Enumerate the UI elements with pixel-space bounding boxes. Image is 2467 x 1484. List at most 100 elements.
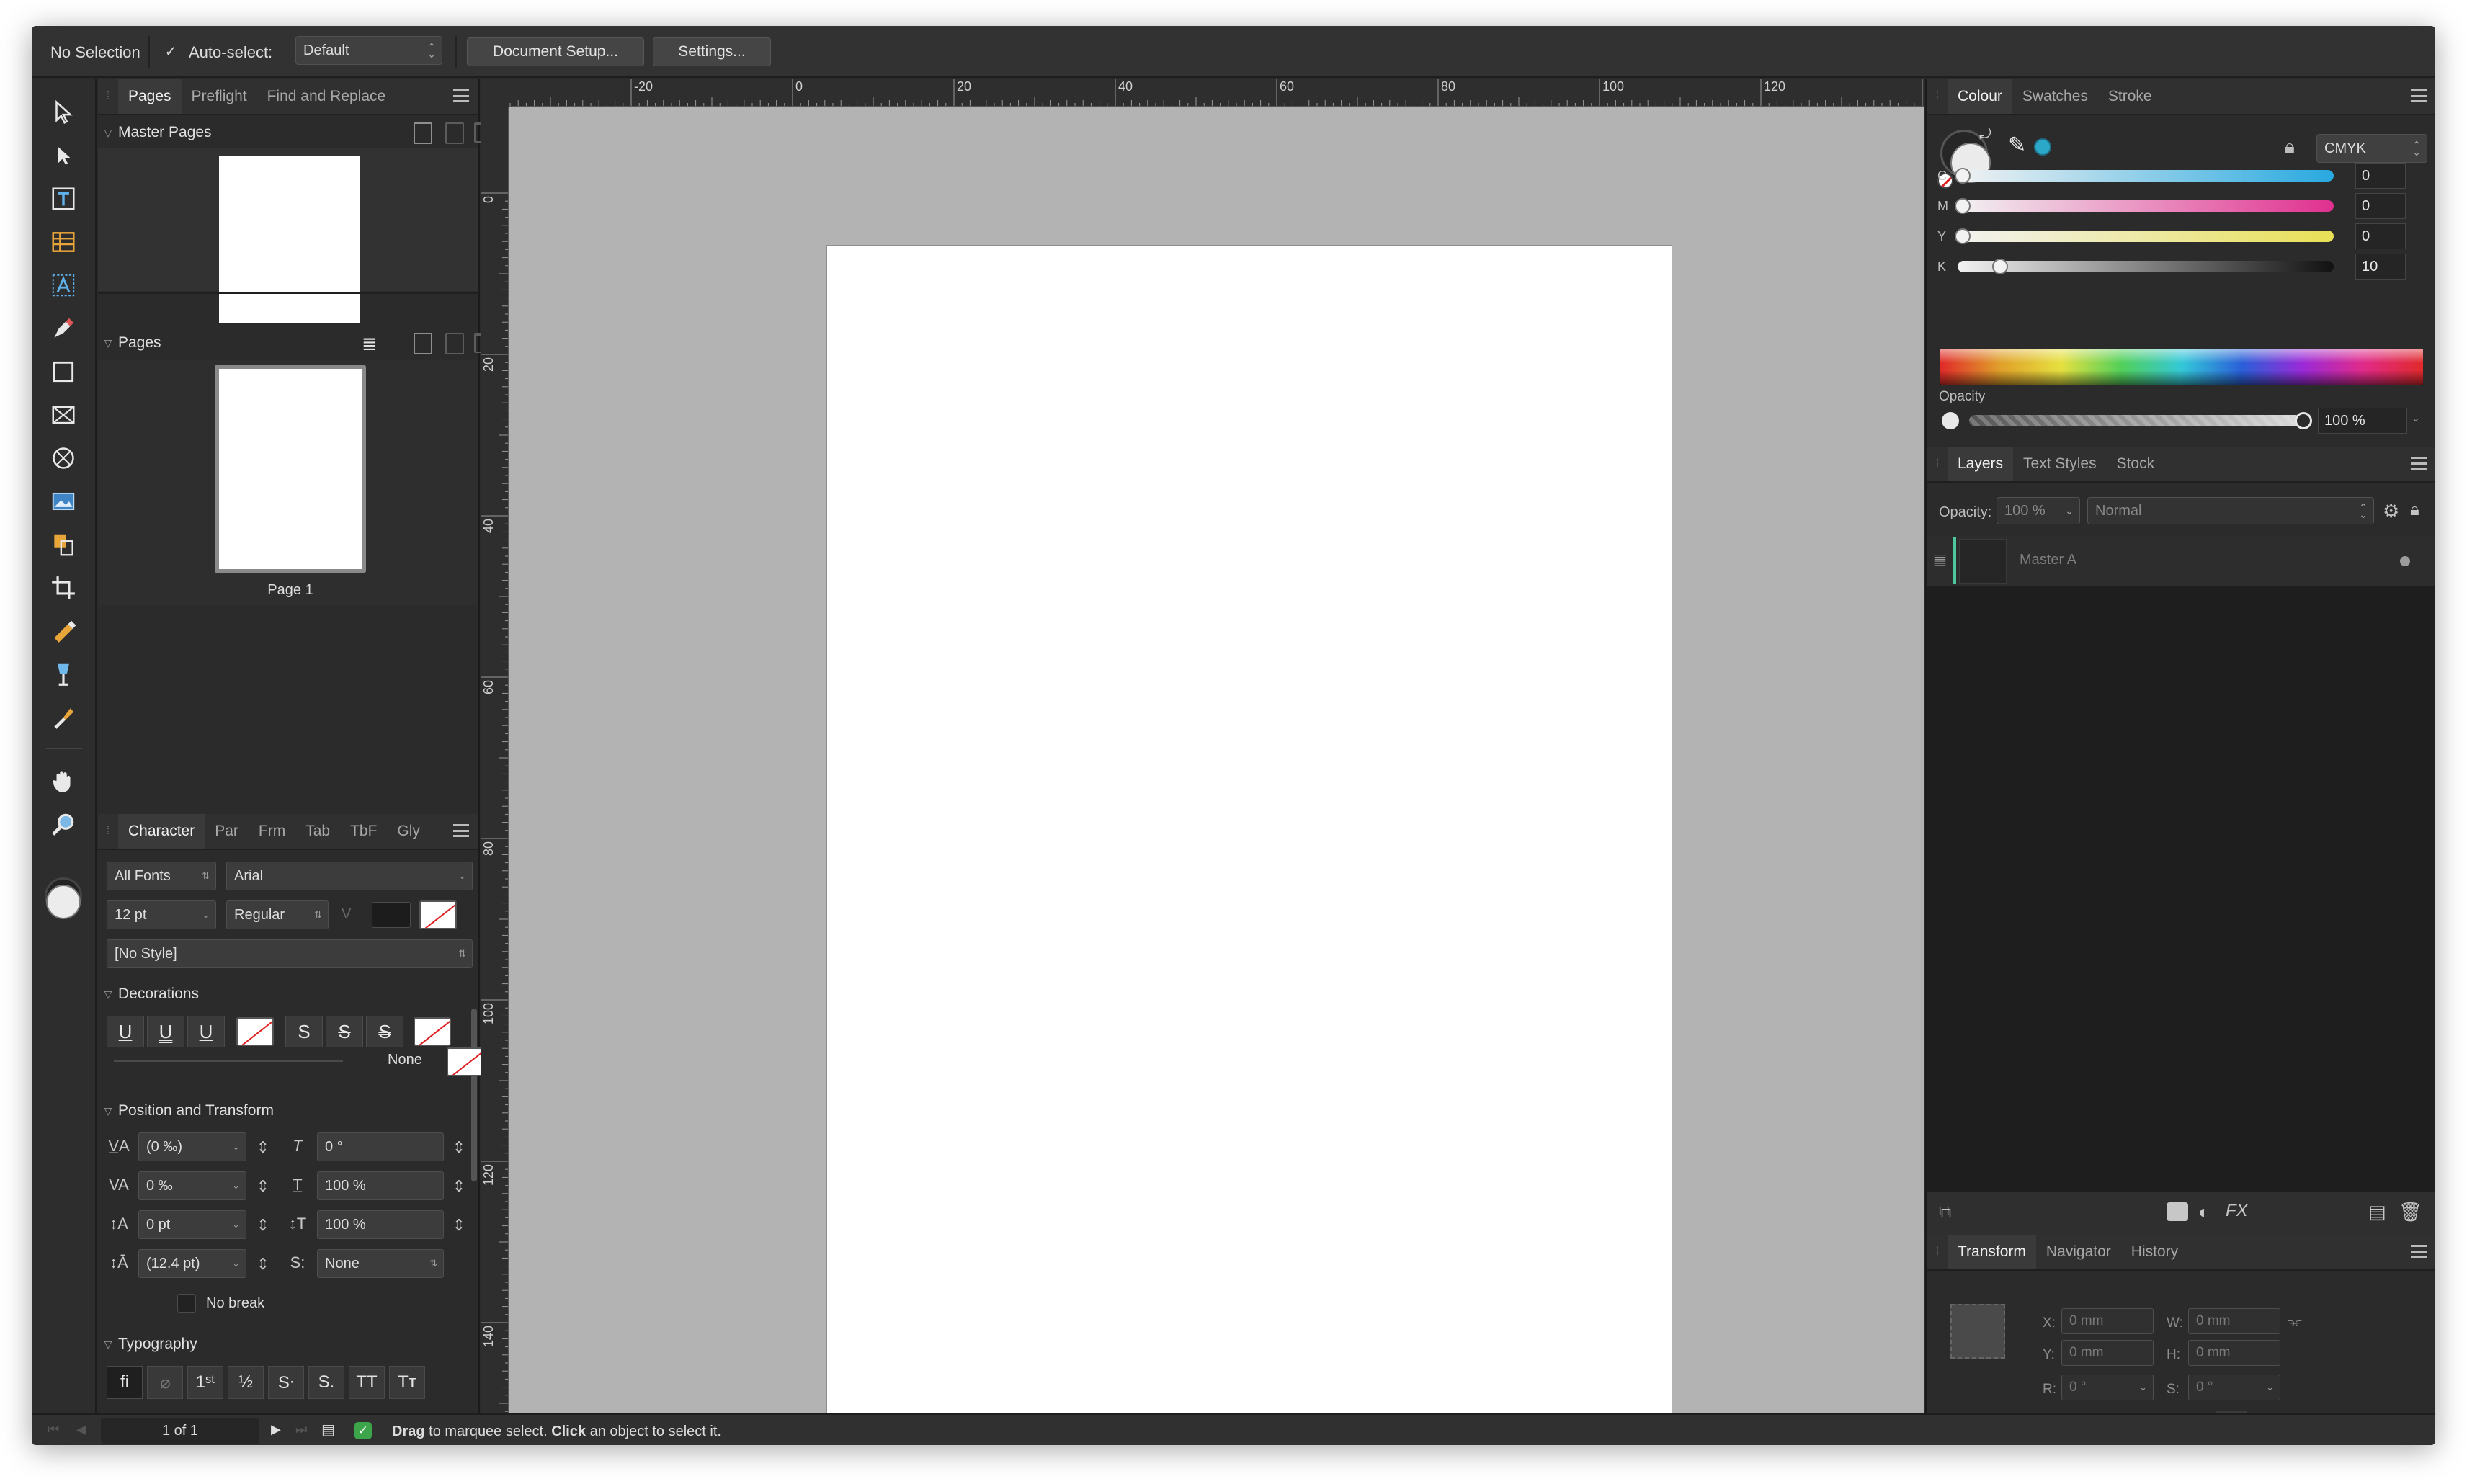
node-tool[interactable] bbox=[45, 137, 82, 174]
tab-frame[interactable]: Frm bbox=[249, 814, 295, 849]
color-picker-tool[interactable] bbox=[45, 699, 82, 736]
leading-field[interactable]: (12.4 pt) ⌄ bbox=[138, 1249, 246, 1278]
vertical-ruler[interactable]: 0 20 40 60 80 100 120 140 bbox=[481, 107, 509, 1441]
channel-slider-knob-y[interactable] bbox=[1955, 228, 1971, 244]
panel-menu-icon[interactable] bbox=[2411, 89, 2427, 102]
character-panel-scrollbar[interactable] bbox=[471, 1009, 477, 1181]
font-family-select[interactable]: Arial ⌄ bbox=[226, 862, 473, 890]
add-page-icon[interactable] bbox=[414, 333, 432, 354]
subscript-button[interactable]: S. bbox=[308, 1366, 344, 1399]
layer-row-master-a[interactable]: ▤ Master A bbox=[1927, 535, 2435, 586]
font-collection-select[interactable]: All Fonts ⇅ bbox=[107, 862, 216, 890]
zoom-tool[interactable] bbox=[45, 805, 82, 843]
master-page-thumbnail[interactable] bbox=[219, 156, 360, 323]
colour-model-select[interactable]: CMYK ⌃ ⌄ bbox=[2316, 134, 2427, 163]
rotation-field[interactable]: 0 ° ⌄ bbox=[2061, 1375, 2154, 1400]
superscript-button[interactable]: Sᐧ bbox=[268, 1366, 304, 1399]
tab-stock[interactable]: Stock bbox=[2107, 447, 2165, 481]
layer-lock-icon[interactable]: 🔒︎ bbox=[2410, 500, 2419, 520]
document-page[interactable] bbox=[826, 245, 1672, 1436]
h-field[interactable]: 0 mm bbox=[2188, 1340, 2280, 1366]
variable-font-icon[interactable]: V bbox=[342, 906, 351, 923]
hand-tool[interactable] bbox=[45, 762, 82, 800]
fill-tool[interactable] bbox=[45, 612, 82, 650]
leading-stepper-icon[interactable]: ⇕ bbox=[251, 1252, 275, 1277]
tab-text-styles[interactable]: Text Styles bbox=[2013, 447, 2107, 481]
tab-character[interactable]: Character bbox=[118, 814, 205, 849]
panel-menu-icon[interactable] bbox=[453, 824, 469, 837]
layer-settings-gear-icon[interactable]: ⚙ bbox=[2383, 500, 2399, 522]
channel-slider-k[interactable] bbox=[1958, 261, 2334, 272]
fractions-button[interactable]: ½ bbox=[228, 1366, 264, 1399]
tab-pages[interactable]: Pages bbox=[118, 79, 182, 114]
baseline-field[interactable]: 0 pt ⌄ bbox=[138, 1210, 246, 1239]
shear-field[interactable]: 0 ° bbox=[317, 1132, 444, 1161]
double-underline-button[interactable]: U bbox=[147, 1016, 184, 1047]
typography-header[interactable]: ▽ Typography bbox=[98, 1328, 458, 1360]
add-master-page-icon[interactable] bbox=[414, 122, 432, 144]
anchor-selector[interactable] bbox=[1950, 1304, 2005, 1359]
channel-slider-knob-c[interactable] bbox=[1955, 168, 1971, 184]
duplicate-page-icon[interactable] bbox=[445, 333, 464, 354]
place-image-tool[interactable] bbox=[45, 483, 82, 520]
double-strikethrough-button[interactable]: S bbox=[366, 1016, 403, 1047]
add-layer-icon[interactable]: ▤ bbox=[2368, 1201, 2386, 1223]
all-caps-button[interactable]: TT bbox=[349, 1366, 385, 1399]
picture-frame-rectangle-tool[interactable] bbox=[45, 396, 82, 434]
blend-mode-select[interactable]: Normal ⌃ ⌄ bbox=[2087, 497, 2374, 524]
underline-button[interactable]: U bbox=[107, 1016, 144, 1047]
vector-crop-tool[interactable] bbox=[45, 526, 82, 563]
channel-slider-y[interactable] bbox=[1958, 231, 2334, 242]
opacity-value-field[interactable]: 100 % bbox=[2318, 408, 2407, 434]
kerning-stepper-icon[interactable]: ⇕ bbox=[251, 1135, 275, 1160]
w-field[interactable]: 0 mm bbox=[2188, 1308, 2280, 1334]
opacity-dropdown-icon[interactable]: ⌄ bbox=[2412, 412, 2420, 424]
discretionary-ligatures-button[interactable]: ⌀ bbox=[147, 1366, 183, 1399]
last-page-icon[interactable]: ⏭ bbox=[295, 1422, 307, 1437]
text-fill-well[interactable] bbox=[372, 902, 411, 928]
shear-stepper-icon[interactable]: ⇕ bbox=[447, 1135, 471, 1160]
horizontal-scale-stepper-icon[interactable]: ⇕ bbox=[447, 1213, 471, 1238]
channel-value-c[interactable]: 0 bbox=[2355, 163, 2406, 189]
next-page-icon[interactable]: ▶ bbox=[271, 1422, 281, 1437]
fill-well[interactable] bbox=[46, 885, 81, 919]
tracking-field[interactable]: 0 ‰ ⌄ bbox=[138, 1171, 246, 1200]
settings-button[interactable]: Settings... bbox=[653, 37, 771, 66]
strikethrough-off-button[interactable]: S bbox=[285, 1016, 323, 1047]
arrange-layers-icon[interactable]: ⧉ bbox=[1939, 1202, 1951, 1222]
panel-menu-icon[interactable] bbox=[2411, 457, 2427, 470]
ordinals-button[interactable]: 1ˢᵗ bbox=[187, 1366, 223, 1399]
first-page-icon[interactable]: ⏮ bbox=[48, 1422, 59, 1437]
layer-opacity-field[interactable]: 100 % ⌄ bbox=[1997, 497, 2080, 524]
text-style-select[interactable]: [No Style] ⇅ bbox=[107, 939, 473, 968]
adjustment-icon[interactable]: ◐ bbox=[2198, 1201, 2210, 1223]
tab-transform[interactable]: Transform bbox=[1948, 1235, 2036, 1269]
small-caps-button[interactable]: Tᴛ bbox=[389, 1366, 425, 1399]
mask-icon[interactable] bbox=[2167, 1202, 2188, 1221]
artistic-text-tool[interactable] bbox=[45, 267, 82, 304]
y-field[interactable]: 0 mm bbox=[2061, 1340, 2154, 1366]
auto-select-checkbox[interactable]: ✓ bbox=[163, 43, 179, 60]
x-field[interactable]: 0 mm bbox=[2061, 1308, 2154, 1334]
strikethrough-button[interactable]: S bbox=[326, 1016, 363, 1047]
page-indicator[interactable]: 1 of 1 bbox=[101, 1418, 259, 1444]
vertical-scale-field[interactable]: 100 % bbox=[317, 1171, 444, 1200]
channel-value-y[interactable]: 0 bbox=[2355, 223, 2406, 249]
delete-layer-trash-icon[interactable]: 🗑︎ bbox=[2399, 1201, 2422, 1223]
font-size-field[interactable]: 12 pt ⌄ bbox=[107, 900, 216, 929]
channel-slider-c[interactable] bbox=[1958, 170, 2334, 182]
link-proportions-icon[interactable]: ⫘ bbox=[2288, 1313, 2302, 1331]
transparency-tool[interactable] bbox=[45, 656, 82, 693]
tracking-stepper-icon[interactable]: ⇕ bbox=[251, 1174, 275, 1199]
text-highlight-none-swatch[interactable] bbox=[419, 900, 457, 929]
previous-page-icon[interactable]: ◀ bbox=[76, 1422, 86, 1437]
lock-icon[interactable]: 🔒︎ bbox=[2285, 135, 2295, 158]
position-select[interactable]: None ⇅ bbox=[317, 1249, 444, 1278]
effects-fx-icon[interactable]: FX bbox=[2226, 1201, 2248, 1221]
master-assign-icon[interactable]: ≣ bbox=[362, 333, 378, 355]
panel-menu-icon[interactable] bbox=[2411, 1245, 2427, 1258]
tab-paragraph[interactable]: Par bbox=[205, 814, 249, 849]
colour-picker-icon[interactable]: ✎ bbox=[2008, 133, 2026, 158]
position-transform-header[interactable]: ▽ Position and Transform bbox=[98, 1095, 458, 1127]
picture-frame-ellipse-tool[interactable] bbox=[45, 439, 82, 477]
